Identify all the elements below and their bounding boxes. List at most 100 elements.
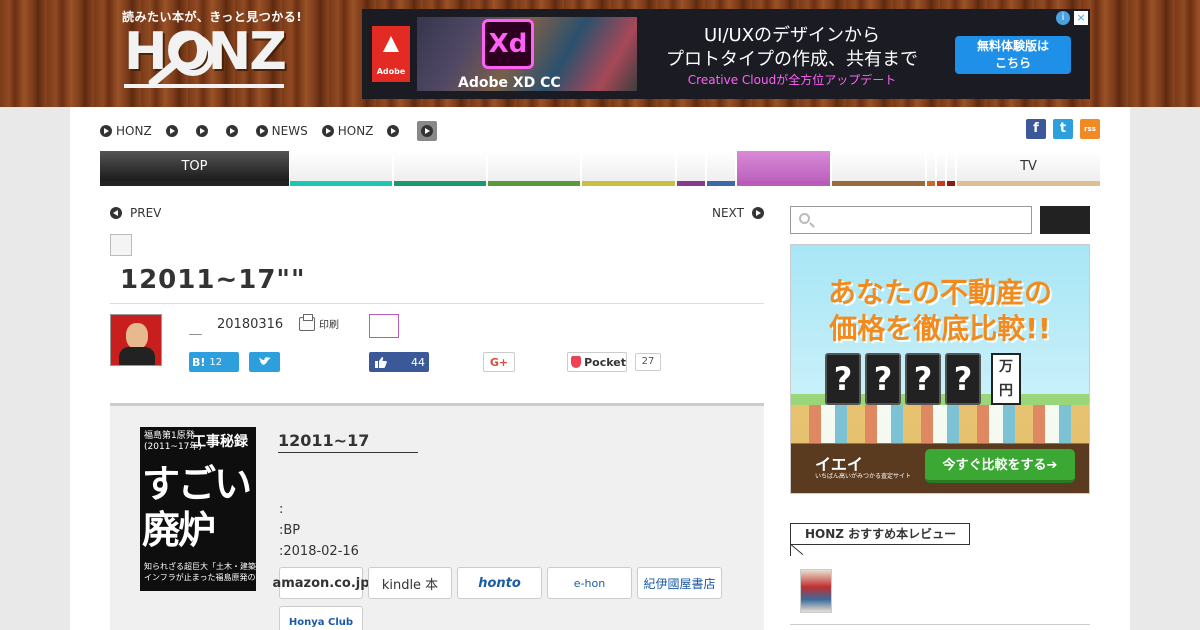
main-container: HONZ NEWS HONZ f t rss TOP TV PREV NEXT …	[70, 107, 1130, 630]
category-tag[interactable]	[369, 314, 399, 338]
facebook-like-button[interactable]: 44	[369, 352, 429, 372]
arrow-circle-icon	[387, 125, 400, 137]
global-nav: TOP TV	[100, 151, 1100, 186]
price-digit: ?	[825, 353, 861, 405]
arrow-circle-icon	[421, 125, 434, 137]
nav-tab-12[interactable]	[947, 151, 955, 186]
ad-close-icon[interactable]: ×	[1074, 11, 1088, 25]
avatar-body	[119, 347, 155, 365]
nav-tab-3[interactable]	[394, 151, 486, 186]
rss-icon[interactable]: rss	[1080, 119, 1100, 139]
arrow-circle-icon	[225, 125, 238, 137]
subnav-label: NEWS	[271, 124, 308, 138]
book-release-date: :2018-02-16	[279, 544, 359, 559]
subnav-item-7[interactable]	[387, 125, 403, 137]
side-ad-cta-button[interactable]: 今すぐ比較をする➔	[925, 449, 1075, 483]
ad-subline: Creative Cloudが全方位アップデート	[687, 73, 897, 87]
prev-label: PREV	[130, 206, 162, 220]
nav-tab-7[interactable]	[707, 151, 735, 186]
recommend-book-thumbnail[interactable]	[800, 569, 832, 613]
prev-link[interactable]: PREV	[110, 206, 161, 220]
store-honyaclub-button[interactable]: Honya Club	[279, 606, 363, 630]
post-date: 20180316	[217, 317, 284, 332]
ad-product-name: Adobe XD CC	[458, 75, 561, 91]
subnav-item-8[interactable]	[417, 121, 438, 141]
nav-tab-9[interactable]	[832, 151, 925, 186]
search-button[interactable]	[1040, 206, 1090, 234]
nav-tab-6[interactable]	[677, 151, 705, 186]
nav-tab-11[interactable]	[937, 151, 945, 186]
facebook-icon[interactable]: f	[1026, 119, 1046, 139]
subnav-item-2[interactable]	[165, 125, 182, 137]
side-ad-town-illustration	[791, 405, 1089, 443]
search-input[interactable]	[790, 206, 1032, 234]
book-title-link[interactable]: 12011~17	[278, 431, 418, 453]
store-ehon-button[interactable]: e-hon	[547, 567, 632, 599]
cover-series-text: 工事秘録	[192, 434, 248, 450]
store-amazon-button[interactable]: amazon.co.jp	[272, 567, 370, 599]
print-button[interactable]: 印刷	[299, 313, 339, 331]
side-ad-price-digits: ? ? ? ?	[825, 353, 985, 405]
nav-tab-8-active[interactable]	[737, 151, 830, 186]
book-cover-image[interactable]: 福島第1原発 (2011~17年) 工事秘録 すごい 廃炉 知られざる超巨大「土…	[140, 427, 256, 591]
store-kinokuniya-button[interactable]: 紀伊國屋書店	[637, 567, 722, 599]
google-plus-button[interactable]: G+	[483, 352, 515, 372]
nav-tab-4[interactable]	[488, 151, 580, 186]
subnav-item-3[interactable]	[195, 125, 212, 137]
arrow-circle-icon	[165, 125, 178, 137]
ad-cta-line-2: こちら	[994, 56, 1031, 70]
ad-headline-2: プロトタイプの作成、共有まで	[666, 49, 918, 70]
twitter-icon[interactable]: t	[1053, 119, 1073, 139]
store-kindle-button[interactable]: kindle 本	[368, 567, 452, 599]
nav-tab-color-bar	[947, 181, 955, 186]
side-ad-brand-sub: いちばん高いがみつかる査定サイト	[815, 473, 912, 480]
thumbs-up-icon	[375, 356, 387, 368]
honz-logo[interactable]: 読みたい本が、きっと見つかる! HONZ	[122, 8, 302, 100]
tweet-button[interactable]	[249, 352, 280, 372]
nav-tab-top[interactable]: TOP	[100, 151, 289, 186]
article-title: 12011~17""	[120, 265, 306, 295]
author-name[interactable]: ＿	[189, 318, 202, 337]
nav-tab-color-bar	[737, 181, 830, 186]
subnav-item-news[interactable]: NEWS	[255, 124, 308, 138]
subnav-label: HONZ	[337, 124, 374, 138]
nav-tab-2[interactable]	[290, 151, 392, 186]
ad-headline-1: UI/UXのデザインから	[703, 25, 881, 46]
price-digit: ?	[945, 353, 981, 405]
arrow-circle-icon	[100, 125, 112, 137]
pocket-button[interactable]: Pocket	[567, 352, 627, 372]
subnav-item-4[interactable]	[225, 125, 242, 137]
nav-tab-10[interactable]	[927, 151, 935, 186]
twitter-bird-icon	[258, 357, 271, 366]
nav-tab-color-bar	[488, 181, 580, 186]
arrow-circle-icon	[195, 125, 208, 137]
subnav-active-box	[417, 121, 438, 141]
nav-tab-color-bar	[927, 181, 935, 186]
ad-cta-button[interactable]: 無料体験版は こちら	[955, 36, 1071, 74]
search-icon	[799, 213, 810, 224]
price-digit: ?	[905, 353, 941, 405]
like-count: 44	[411, 355, 425, 369]
speech-bubble-tail	[790, 544, 802, 556]
subnav-item-honz[interactable]: HONZ	[100, 124, 152, 138]
nav-tab-color-bar	[957, 181, 1100, 186]
sidebar-ad[interactable]: あなたの不動産の 価格を徹底比較!! ? ? ? ? 万円 イエイ いちばん高い…	[790, 244, 1090, 494]
xd-app-icon: Xd	[482, 19, 534, 69]
ad-info-icon[interactable]: i	[1056, 11, 1070, 25]
book-info-box: 福島第1原発 (2011~17年) 工事秘録 すごい 廃炉 知られざる超巨大「土…	[110, 403, 764, 630]
category-badge[interactable]	[110, 234, 132, 256]
nav-tab-5[interactable]	[582, 151, 675, 186]
next-label: NEXT	[712, 206, 744, 220]
next-link[interactable]: NEXT	[712, 206, 764, 220]
nav-tab-color-bar	[937, 181, 945, 186]
subnav-item-honz-2[interactable]: HONZ	[321, 124, 374, 138]
book-author: :	[279, 502, 284, 517]
hatena-bookmark-button[interactable]: B! 12	[189, 352, 239, 372]
author-avatar[interactable]	[110, 314, 162, 366]
magnifier-icon	[172, 34, 214, 76]
adobe-label: Adobe	[376, 67, 406, 76]
store-honto-button[interactable]: honto	[457, 567, 542, 599]
nav-tab-tv[interactable]: TV	[957, 151, 1100, 186]
top-ad-banner[interactable]: Adobe Xd Adobe XD CC UI/UXのデザインから プロトタイプ…	[362, 9, 1090, 99]
nav-tab-color-bar	[582, 181, 675, 186]
